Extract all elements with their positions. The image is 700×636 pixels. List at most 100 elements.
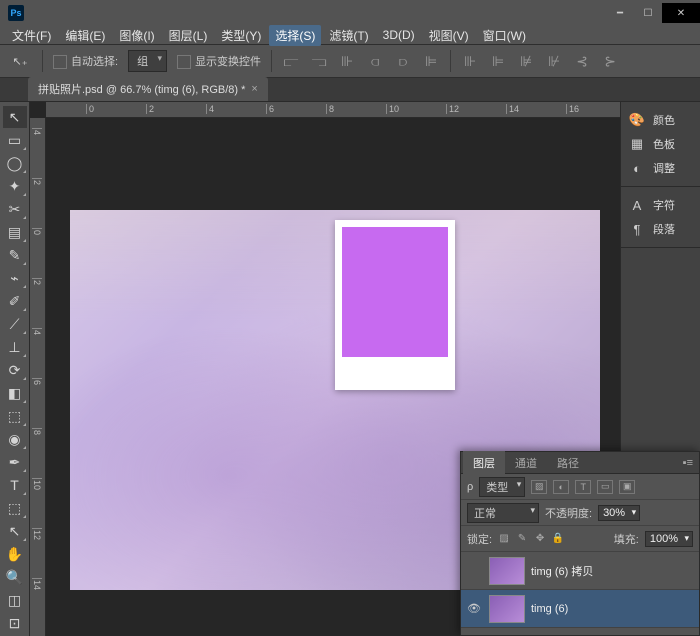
ruler-tick: 6 <box>32 378 42 385</box>
maximize-button[interactable]: ☐ <box>634 3 662 23</box>
tool-zoom[interactable]: ✋ <box>3 543 27 565</box>
ruler-tick: 10 <box>32 478 42 490</box>
filter-search-icon: ρ <box>467 481 473 493</box>
ruler-tick: 6 <box>266 104 274 114</box>
align-hcenter-icon[interactable]: ⫐ <box>394 52 412 70</box>
move-tool-icon[interactable]: ↖₊ <box>8 49 32 73</box>
panel-adjustments[interactable]: ◐调整 <box>621 156 700 180</box>
lock-all-icon[interactable]: 🔒 <box>552 533 564 545</box>
horizontal-ruler[interactable]: 0 2 4 6 8 10 12 14 16 18 <box>46 102 620 118</box>
tool-marquee[interactable]: ▭ <box>3 129 27 151</box>
ruler-tick: 2 <box>32 278 42 285</box>
tool-hand[interactable]: ↖ <box>3 520 27 542</box>
tool-gradient[interactable]: ⟳ <box>3 359 27 381</box>
menu-type[interactable]: 类型(Y) <box>215 25 267 46</box>
distribute-f-icon[interactable]: ⊱ <box>601 52 619 70</box>
blend-mode-dropdown[interactable]: 正常 <box>467 503 539 523</box>
filter-adjust-icon[interactable]: ◐ <box>553 480 569 494</box>
tool-eyedropper[interactable]: ▤ <box>3 221 27 243</box>
align-top-icon[interactable]: ⫍ <box>282 52 300 70</box>
distribute-d-icon[interactable]: ⊮ <box>545 52 563 70</box>
menu-view[interactable]: 视图(V) <box>423 25 475 46</box>
tool-eraser[interactable]: ⊥ <box>3 336 27 358</box>
menu-edit[interactable]: 编辑(E) <box>59 25 111 46</box>
panel-menu-icon[interactable]: ▪≡ <box>677 457 699 469</box>
layer-thumbnail[interactable] <box>489 557 525 585</box>
tool-crop[interactable]: ✂ <box>3 198 27 220</box>
minimize-button[interactable]: ━ <box>606 3 634 23</box>
tool-type[interactable]: ✒ <box>3 451 27 473</box>
tool-blur[interactable]: ◧ <box>3 382 27 404</box>
layers-panel[interactable]: 图层 通道 路径 ▪≡ ρ 类型 ▨ ◐ T ▭ ▣ 正常 不透明度: 30% … <box>460 451 700 636</box>
menu-file[interactable]: 文件(F) <box>6 25 57 46</box>
tool-pen[interactable]: ◉ <box>3 428 27 450</box>
distribute-b-icon[interactable]: ⊫ <box>489 52 507 70</box>
tab-paths[interactable]: 路径 <box>547 451 589 475</box>
separator <box>271 50 272 72</box>
show-transform-checkbox[interactable]: 显示变换控件 <box>177 53 261 69</box>
document-tab[interactable]: 拼贴照片.psd @ 66.7% (timg (6), RGB/8) * × <box>28 77 268 101</box>
tool-fgbg-colors[interactable]: ◫ <box>3 589 27 611</box>
vertical-ruler[interactable]: 4 2 0 2 4 6 8 10 12 14 <box>30 118 46 636</box>
ruler-tick: 16 <box>566 104 579 114</box>
distribute-c-icon[interactable]: ⊯ <box>517 52 535 70</box>
distribute-a-icon[interactable]: ⊪ <box>461 52 479 70</box>
auto-select-target-dropdown[interactable]: 组 <box>128 50 167 72</box>
panel-swatches[interactable]: ▦色板 <box>621 132 700 156</box>
paragraph-icon: ¶ <box>629 221 645 237</box>
fill-value[interactable]: 100% <box>645 531 693 547</box>
lock-image-icon[interactable]: ✎ <box>516 533 528 545</box>
panel-character[interactable]: A字符 <box>621 193 700 217</box>
menu-select[interactable]: 选择(S) <box>269 25 321 46</box>
titlebar: Ps ━ ☐ ✕ <box>0 0 700 26</box>
filter-type-icon[interactable]: T <box>575 480 591 494</box>
align-right-icon[interactable]: ⊫ <box>422 52 440 70</box>
menu-filter[interactable]: 滤镜(T) <box>323 25 374 46</box>
opacity-value[interactable]: 30% <box>598 505 640 521</box>
filter-smart-icon[interactable]: ▣ <box>619 480 635 494</box>
tool-brush[interactable]: ⌁ <box>3 267 27 289</box>
tool-stamp[interactable]: ✐ <box>3 290 27 312</box>
align-vcenter-icon[interactable]: ⫎ <box>310 52 328 70</box>
layer-row[interactable]: timg (6) 拷贝 <box>461 552 699 590</box>
blend-opacity-row: 正常 不透明度: 30% <box>461 500 699 526</box>
tool-swap-colors[interactable]: 🔍 <box>3 566 27 588</box>
tool-quickmask[interactable]: ⊡ <box>3 612 27 634</box>
filter-shape-icon[interactable]: ▭ <box>597 480 613 494</box>
panel-color[interactable]: 🎨颜色 <box>621 108 700 132</box>
distribute-e-icon[interactable]: ⊰ <box>573 52 591 70</box>
polaroid-frame[interactable] <box>335 220 455 390</box>
tool-shape[interactable]: ⬚ <box>3 497 27 519</box>
lock-position-icon[interactable]: ✥ <box>534 533 546 545</box>
menu-window[interactable]: 窗口(W) <box>477 25 532 46</box>
tool-move[interactable]: ↖ <box>3 106 27 128</box>
tool-wand[interactable]: ✦ <box>3 175 27 197</box>
menu-image[interactable]: 图像(I) <box>113 25 160 46</box>
auto-select-checkbox[interactable]: 自动选择: <box>53 53 118 69</box>
ruler-tick: 8 <box>326 104 334 114</box>
filter-pixel-icon[interactable]: ▨ <box>531 480 547 494</box>
panel-paragraph[interactable]: ¶段落 <box>621 217 700 241</box>
tool-history-brush[interactable]: ⟋ <box>3 313 27 335</box>
close-tab-icon[interactable]: × <box>251 83 257 95</box>
layer-kind-dropdown[interactable]: 类型 <box>479 477 525 497</box>
layer-row[interactable]: 👁 timg (6) <box>461 590 699 628</box>
ruler-tick: 12 <box>446 104 459 114</box>
tab-layers[interactable]: 图层 <box>463 451 505 475</box>
align-bottom-icon[interactable]: ⊪ <box>338 52 356 70</box>
tab-channels[interactable]: 通道 <box>505 451 547 475</box>
visibility-toggle[interactable]: 👁 <box>465 602 483 615</box>
layer-name[interactable]: timg (6) 拷贝 <box>531 563 593 579</box>
menu-layer[interactable]: 图层(L) <box>163 25 214 46</box>
layer-thumbnail[interactable] <box>489 595 525 623</box>
lock-transparent-icon[interactable]: ▨ <box>498 533 510 545</box>
tool-healing[interactable]: ✎ <box>3 244 27 266</box>
adjustments-icon: ◐ <box>629 160 645 176</box>
align-left-icon[interactable]: ⫏ <box>366 52 384 70</box>
layer-name[interactable]: timg (6) <box>531 603 568 615</box>
tool-dodge[interactable]: ⬚ <box>3 405 27 427</box>
close-button[interactable]: ✕ <box>662 3 700 23</box>
menu-3d[interactable]: 3D(D) <box>377 26 421 44</box>
tool-path-select[interactable]: T <box>3 474 27 496</box>
tool-lasso[interactable]: ◯ <box>3 152 27 174</box>
